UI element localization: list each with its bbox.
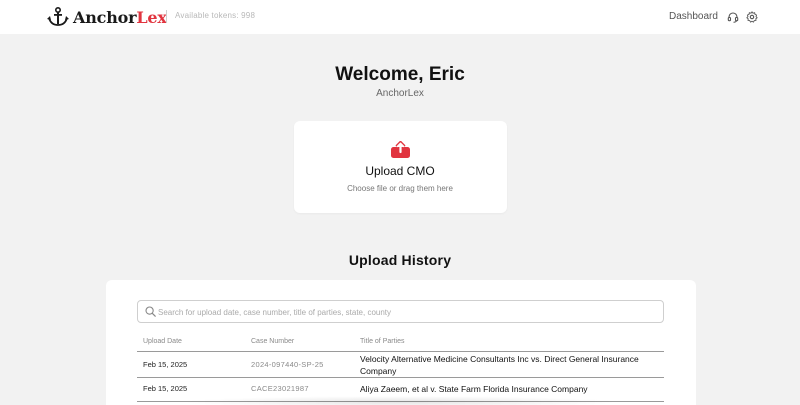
brand-name-main: Anchor <box>73 7 137 27</box>
upload-history-panel: Upload Date Case Number Title of Parties… <box>106 280 696 405</box>
upload-title: Upload CMO <box>365 164 435 178</box>
header-divider <box>166 10 167 23</box>
history-search-input[interactable] <box>158 305 658 319</box>
table-row-divider <box>137 377 664 378</box>
headset-icon[interactable] <box>726 10 739 23</box>
top-navbar: AnchorLex Available tokens: 998 Dashboar… <box>0 0 800 34</box>
row-case-number: 2024-097440-SP-25 <box>251 360 324 369</box>
history-search-box <box>137 300 664 323</box>
brand-name: AnchorLex <box>73 8 167 27</box>
brand-name-accent: Lex <box>136 7 167 27</box>
upload-icon <box>391 141 410 158</box>
row-upload-date: Feb 15, 2025 <box>143 384 188 393</box>
column-header-title-of-parties[interactable]: Title of Parties <box>360 338 404 345</box>
row-case-number: CACE23021987 <box>251 384 309 393</box>
nav-dashboard-link[interactable]: Dashboard <box>669 11 718 22</box>
table-header-divider <box>137 351 664 352</box>
column-header-upload-date[interactable]: Upload Date <box>143 338 182 345</box>
available-tokens: Available tokens: 998 <box>175 11 256 20</box>
row-upload-date: Feb 15, 2025 <box>143 360 188 369</box>
brand-logo[interactable]: AnchorLex <box>47 6 167 28</box>
row-title-of-parties: Aliya Zaeem, et al v. State Farm Florida… <box>360 384 588 394</box>
gear-icon[interactable] <box>745 10 758 23</box>
welcome-heading: Welcome, Eric <box>335 64 465 85</box>
row-title-of-parties: Velocity Alternative Medicine Consultant… <box>360 354 639 376</box>
search-icon <box>145 306 156 317</box>
upload-history-heading: Upload History <box>348 252 452 268</box>
welcome-subtitle: AnchorLex <box>376 88 424 99</box>
column-header-case-number[interactable]: Case Number <box>251 338 294 345</box>
scroll-shadow <box>180 396 620 405</box>
anchor-logo-icon <box>47 7 69 26</box>
upload-hint: Choose file or drag them here <box>347 184 453 193</box>
